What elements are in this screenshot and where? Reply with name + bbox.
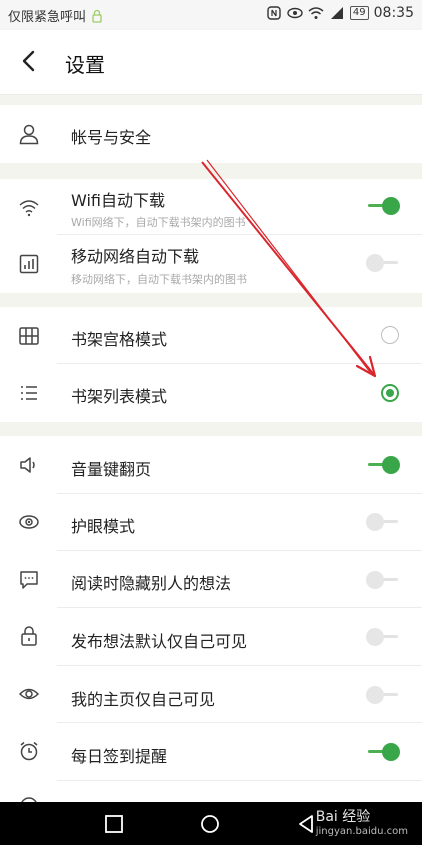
settings-row-private-thoughts[interactable]: 发布想法默认仅自己可见 <box>0 608 422 666</box>
checkin-reminder-label: 每日签到提醒 <box>71 747 168 766</box>
settings-row-list-mode[interactable]: 书架列表模式 <box>0 364 422 422</box>
toggle-knob <box>382 743 400 761</box>
mobile-download-label: 移动网络自动下载 <box>71 247 200 266</box>
settings-row-account[interactable]: 帐号与安全 <box>0 105 422 163</box>
carrier-text: 仅限紧急呼叫 <box>8 10 87 25</box>
eye-icon <box>19 515 39 529</box>
settings-row-grid-mode[interactable]: 书架宫格模式 <box>0 307 422 364</box>
back-arrow-icon[interactable] <box>16 48 42 74</box>
volume-page-label: 音量键翻页 <box>71 460 152 479</box>
mobile-download-description: 移动网络下，自动下载书架内的图书 <box>71 273 247 286</box>
watermark-logo: Bai 经验 <box>315 809 371 825</box>
recent-apps-icon[interactable] <box>104 814 124 834</box>
chat-icon <box>20 571 38 589</box>
eye-mode-toggle[interactable] <box>366 512 400 532</box>
toggle-knob <box>366 686 384 704</box>
private-home-label: 我的主页仅自己可见 <box>71 690 216 709</box>
section-gap <box>0 293 422 307</box>
section-gap <box>0 95 422 105</box>
toggle-knob <box>382 456 400 474</box>
toggle-knob <box>366 254 384 272</box>
wifi-icon <box>19 200 39 217</box>
mobile-download-toggle[interactable] <box>366 253 400 273</box>
partial-row-icon <box>21 797 37 802</box>
signal-icon <box>330 7 343 19</box>
section-gap <box>0 163 422 179</box>
top-app-bar: 设置 <box>0 30 422 95</box>
eye-status-icon <box>287 7 303 19</box>
wifi-status-icon <box>308 7 324 19</box>
toggle-knob <box>382 197 400 215</box>
list-icon <box>21 386 37 400</box>
toggle-knob <box>366 628 384 646</box>
alarm-icon <box>20 741 38 761</box>
home-icon[interactable] <box>200 814 220 834</box>
eye-mode-label: 护眼模式 <box>71 517 136 536</box>
settings-row-wifi-download[interactable]: Wifi自动下载 Wifi网络下，自动下载书架内的图书 <box>0 179 422 235</box>
clock: 08:35 <box>373 5 414 21</box>
settings-row-hide-thoughts[interactable]: 阅读时隐藏别人的想法 <box>0 551 422 608</box>
settings-row-mobile-download[interactable]: 移动网络自动下载 移动网络下，自动下载书架内的图书 <box>0 235 422 293</box>
eye-outline-icon <box>18 688 40 700</box>
page-title: 设置 <box>65 53 105 77</box>
checkin-reminder-toggle[interactable] <box>366 742 400 762</box>
wifi-download-toggle[interactable] <box>366 196 400 216</box>
nfc-icon <box>267 6 281 20</box>
system-nav-bar: Bai 经验 jingyan.baidu.com <box>0 802 422 845</box>
list-mode-label: 书架列表模式 <box>71 387 168 406</box>
private-thoughts-toggle[interactable] <box>366 627 400 647</box>
status-bar: 仅限紧急呼叫 49 08:35 <box>0 0 422 30</box>
wifi-download-description: Wifi网络下，自动下载书架内的图书 <box>71 216 246 229</box>
list-mode-radio[interactable] <box>381 384 399 402</box>
back-nav-icon[interactable] <box>296 814 316 834</box>
lock-icon <box>21 626 37 646</box>
lock-icon <box>92 9 102 23</box>
account-label: 帐号与安全 <box>71 128 152 147</box>
settings-row-private-home[interactable]: 我的主页仅自己可见 <box>0 666 422 723</box>
settings-row-checkin-reminder[interactable]: 每日签到提醒 <box>0 723 422 781</box>
hide-thoughts-label: 阅读时隐藏别人的想法 <box>71 574 232 593</box>
private-thoughts-label: 发布想法默认仅自己可见 <box>71 632 248 651</box>
watermark: Bai 经验 jingyan.baidu.com <box>316 806 408 837</box>
volume-page-toggle[interactable] <box>366 455 400 475</box>
grid-mode-radio[interactable] <box>381 326 399 344</box>
hide-thoughts-toggle[interactable] <box>366 570 400 590</box>
settings-row-volume-page[interactable]: 音量键翻页 <box>0 436 422 494</box>
chart-icon <box>19 254 39 274</box>
grid-mode-label: 书架宫格模式 <box>71 330 168 349</box>
speaker-icon <box>20 457 35 473</box>
private-home-toggle[interactable] <box>366 685 400 705</box>
grid-icon <box>19 327 39 345</box>
toggle-knob <box>366 571 384 589</box>
wifi-download-label: Wifi自动下载 <box>71 191 165 210</box>
watermark-url: jingyan.baidu.com <box>315 826 408 837</box>
settings-row-eye-mode[interactable]: 护眼模式 <box>0 494 422 551</box>
section-gap <box>0 422 422 436</box>
person-icon <box>19 124 39 145</box>
settings-row-partial[interactable] <box>0 781 422 802</box>
toggle-knob <box>366 513 384 531</box>
battery-indicator: 49 <box>349 6 369 20</box>
